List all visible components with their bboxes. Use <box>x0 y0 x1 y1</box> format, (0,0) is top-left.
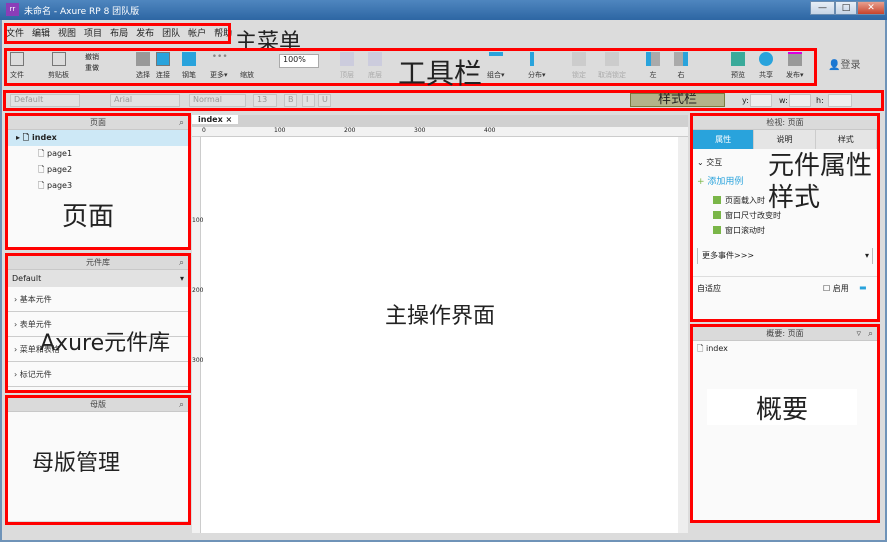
close-button[interactable]: ✕ <box>857 1 885 15</box>
menu-highlight <box>4 23 231 44</box>
ruler-horizontal: 0 100 200 300 400 <box>192 127 688 137</box>
outline-highlight <box>690 324 880 523</box>
app-icon: rr <box>6 3 19 16</box>
masters-highlight <box>5 395 191 525</box>
title-bar: rr 未命名 - Axure RP 8 团队版 — □ ✕ <box>0 0 887 20</box>
library-highlight <box>5 253 191 393</box>
window-title: 未命名 - Axure RP 8 团队版 <box>24 7 140 17</box>
toolbar-annotation: 工具栏 <box>398 57 483 90</box>
minimize-button[interactable]: — <box>810 1 835 15</box>
vertical-scrollbar[interactable] <box>678 137 688 533</box>
user-icon: 👤 <box>828 60 841 71</box>
login-button[interactable]: 👤登录 <box>828 56 860 71</box>
stylebar-highlight <box>3 90 884 111</box>
canvas-annotation: 主操作界面 <box>385 304 496 329</box>
tab-index[interactable]: index × <box>192 115 239 124</box>
pages-highlight <box>5 113 191 250</box>
inspector-highlight <box>690 113 880 322</box>
ruler-vertical: 100 200 300 <box>192 137 203 533</box>
maximize-button[interactable]: □ <box>835 1 857 15</box>
